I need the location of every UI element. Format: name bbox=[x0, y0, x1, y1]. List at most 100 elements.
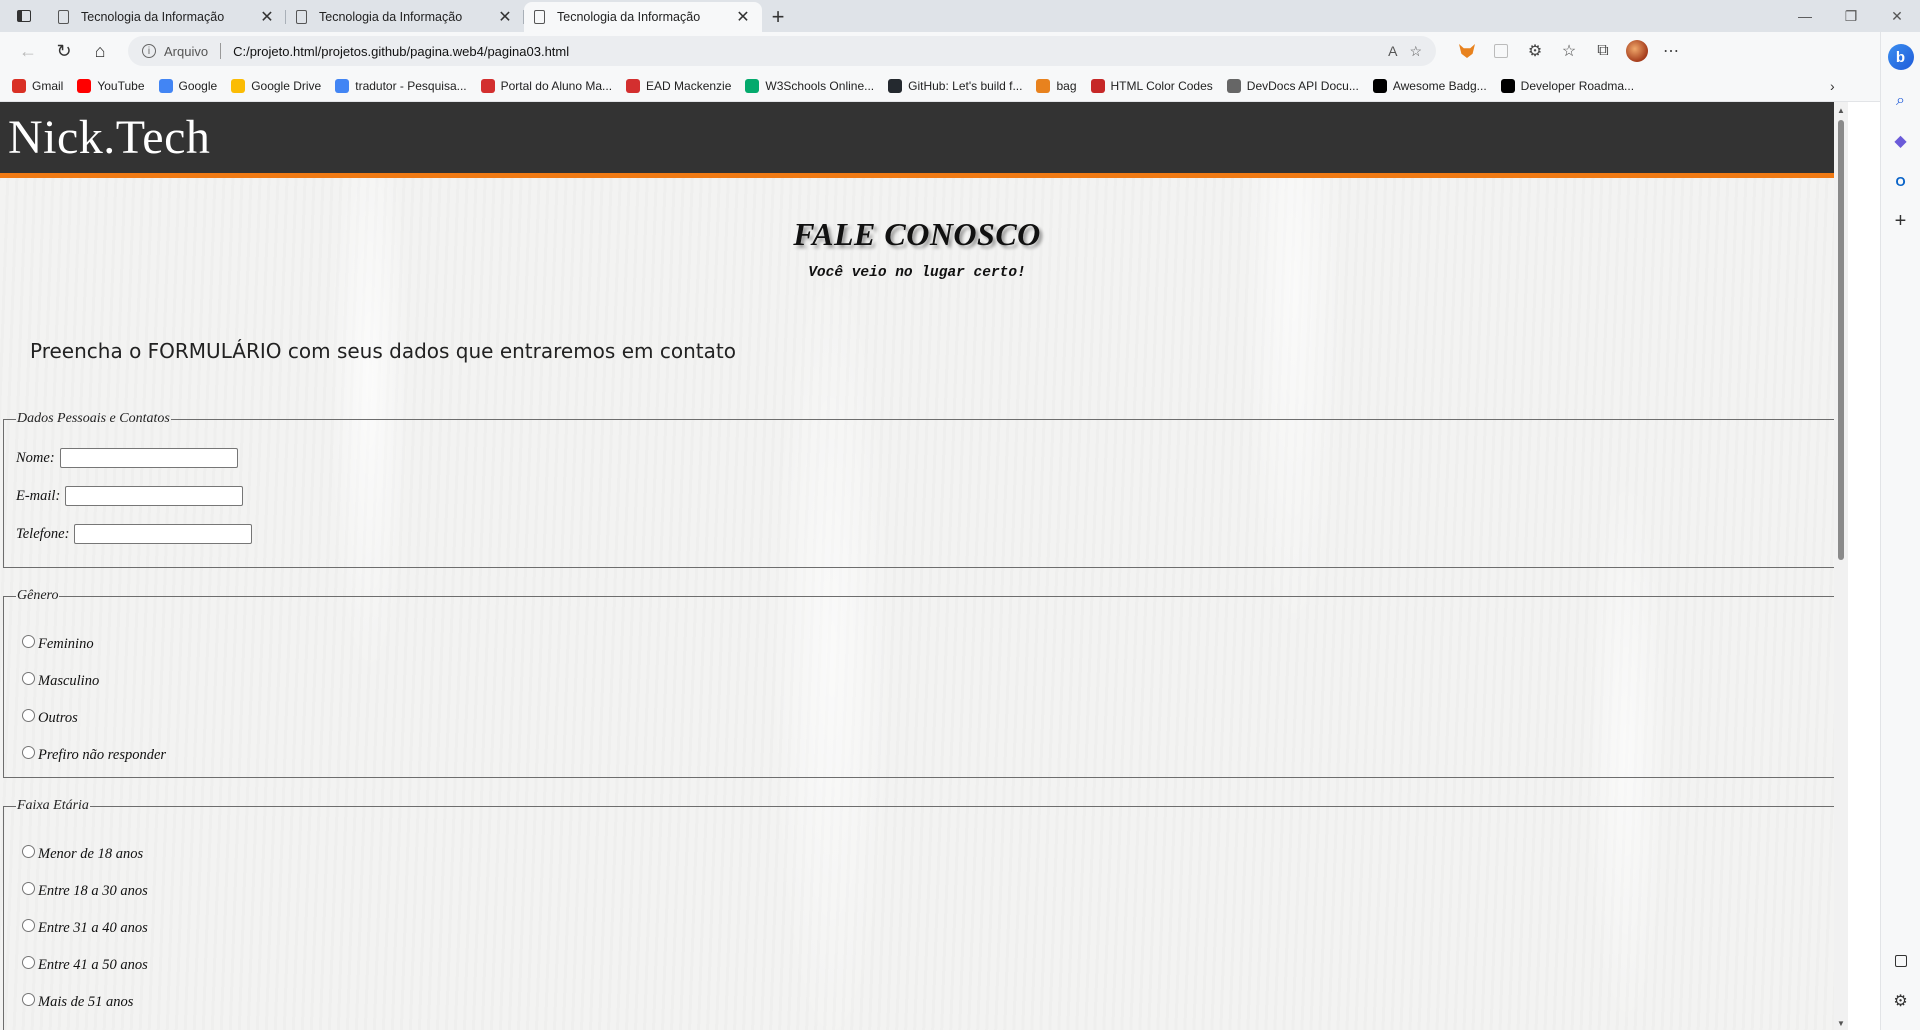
extension-button[interactable] bbox=[1484, 35, 1518, 67]
outlook-button[interactable]: O bbox=[1886, 166, 1916, 196]
bookmark-label: Portal do Aluno Ma... bbox=[500, 78, 613, 93]
home-button[interactable]: ⌂ bbox=[82, 35, 118, 67]
gear-icon: ⚙ bbox=[1893, 993, 1908, 1010]
extensions-button[interactable]: ⚙ bbox=[1518, 35, 1552, 67]
bookmark-item[interactable]: Developer Roadma... bbox=[1500, 78, 1635, 93]
age-option[interactable]: Entre 31 a 40 anos bbox=[16, 910, 1832, 947]
address-url[interactable]: C:/projeto.html/projetos.github/pagina.w… bbox=[233, 44, 1376, 59]
age-option[interactable]: Entre 41 a 50 anos bbox=[16, 947, 1832, 984]
phone-input[interactable] bbox=[74, 524, 253, 544]
address-scheme: Arquivo bbox=[164, 43, 209, 59]
age-radio[interactable] bbox=[22, 956, 35, 969]
bookmark-item[interactable]: Google Drive bbox=[231, 78, 322, 93]
back-button[interactable]: ← bbox=[10, 35, 46, 67]
drive-icon bbox=[231, 78, 246, 93]
bookmark-item[interactable]: Awesome Badg... bbox=[1372, 78, 1487, 93]
gender-option[interactable]: Prefiro não responder bbox=[16, 737, 1832, 774]
bookmark-label: tradutor - Pesquisa... bbox=[355, 78, 467, 93]
page-scrollbar[interactable]: ▲ ▼ bbox=[1834, 102, 1848, 1030]
bookmark-label: Google Drive bbox=[251, 78, 322, 93]
age-option-label: Entre 41 a 50 anos bbox=[38, 957, 148, 973]
bookmark-item[interactable]: EAD Mackenzie bbox=[626, 78, 731, 93]
address-bar[interactable]: i Arquivo C:/projeto.html/projetos.githu… bbox=[128, 36, 1436, 66]
split-screen-button[interactable] bbox=[1886, 946, 1916, 976]
more-icon: ⋯ bbox=[1663, 43, 1679, 60]
gender-radio[interactable] bbox=[22, 672, 35, 685]
email-input[interactable] bbox=[65, 486, 244, 506]
age-option[interactable]: Entre 18 a 30 anos bbox=[16, 873, 1832, 910]
bookmark-item[interactable]: GitHub: Let's build f... bbox=[888, 78, 1023, 93]
age-option[interactable]: Mais de 51 anos bbox=[16, 984, 1832, 1021]
bookmark-item[interactable]: Portal do Aluno Ma... bbox=[480, 78, 613, 93]
gender-option[interactable]: Feminino bbox=[16, 626, 1832, 663]
name-input[interactable] bbox=[59, 448, 238, 468]
tab-actions-icon bbox=[17, 10, 31, 22]
copilot-button[interactable]: b bbox=[1886, 42, 1916, 72]
tab-2[interactable]: Tecnologia da Informação ✕ bbox=[286, 2, 524, 32]
new-tab-button[interactable]: + bbox=[762, 2, 794, 32]
info-icon[interactable]: i bbox=[142, 44, 156, 58]
email-label: E-mail: bbox=[16, 487, 61, 504]
menu-button[interactable]: ⋯ bbox=[1654, 35, 1688, 67]
bookmark-item[interactable]: HTML Color Codes bbox=[1090, 78, 1213, 93]
scroll-down-icon[interactable]: ▼ bbox=[1837, 1019, 1845, 1028]
bookmark-item[interactable]: W3Schools Online... bbox=[745, 78, 874, 93]
close-tab-icon[interactable]: ✕ bbox=[496, 7, 514, 27]
search-button[interactable]: ⌕ bbox=[1886, 86, 1916, 116]
window-controls: — ❐ ✕ bbox=[1782, 0, 1920, 32]
bookmark-label: GitHub: Let's build f... bbox=[908, 78, 1023, 93]
roadmap-icon bbox=[1500, 78, 1515, 93]
age-radio[interactable] bbox=[22, 845, 35, 858]
read-aloud-icon[interactable]: A bbox=[1388, 43, 1397, 59]
metamask-extension-button[interactable] bbox=[1450, 35, 1484, 67]
favorites-button[interactable]: ☆ bbox=[1552, 35, 1586, 67]
age-radio[interactable] bbox=[22, 919, 35, 932]
bookmark-item[interactable]: DevDocs API Docu... bbox=[1226, 78, 1359, 93]
phone-row: Telefone: bbox=[16, 515, 1832, 553]
close-tab-icon[interactable]: ✕ bbox=[258, 7, 276, 27]
site-brand[interactable]: Nick.Tech bbox=[8, 110, 210, 165]
scroll-up-icon[interactable]: ▲ bbox=[1837, 106, 1845, 115]
bookmark-label: Gmail bbox=[32, 78, 64, 93]
add-favorite-icon[interactable]: ☆ bbox=[1409, 43, 1422, 60]
reload-button[interactable]: ↻ bbox=[46, 35, 82, 67]
tab-title: Tecnologia da Informação bbox=[319, 10, 463, 24]
age-radio[interactable] bbox=[22, 882, 35, 895]
bookmark-item[interactable]: tradutor - Pesquisa... bbox=[335, 78, 467, 93]
sidebar-settings-button[interactable]: ⚙ bbox=[1886, 986, 1916, 1016]
bookmark-item[interactable]: bag bbox=[1036, 78, 1077, 93]
add-sidebar-app-button[interactable]: + bbox=[1886, 206, 1916, 236]
bookmark-label: Google bbox=[178, 78, 218, 93]
restore-icon[interactable]: ❐ bbox=[1828, 0, 1874, 32]
gender-radio[interactable] bbox=[22, 635, 35, 648]
age-radio[interactable] bbox=[22, 993, 35, 1006]
bookmark-label: Developer Roadma... bbox=[1520, 78, 1635, 93]
bookmark-item[interactable]: YouTube bbox=[77, 78, 145, 93]
age-option-label: Mais de 51 anos bbox=[38, 994, 134, 1010]
tab-3[interactable]: Tecnologia da Informação ✕ bbox=[524, 2, 762, 32]
minimize-icon[interactable]: — bbox=[1782, 0, 1828, 32]
gender-radio[interactable] bbox=[22, 746, 35, 759]
close-window-icon[interactable]: ✕ bbox=[1874, 0, 1920, 32]
tab-1[interactable]: Tecnologia da Informação ✕ bbox=[48, 2, 286, 32]
collections-button[interactable]: ⧉ bbox=[1586, 35, 1620, 67]
gender-radio[interactable] bbox=[22, 709, 35, 722]
bookmark-item[interactable]: Gmail bbox=[12, 78, 64, 93]
age-option-label: Entre 18 a 30 anos bbox=[38, 883, 148, 899]
color-codes-icon bbox=[1090, 78, 1105, 93]
tab-title: Tecnologia da Informação bbox=[81, 10, 225, 24]
mackenzie-icon bbox=[480, 78, 495, 93]
bookmark-label: bag bbox=[1056, 78, 1077, 93]
tab-actions-button[interactable] bbox=[0, 0, 48, 32]
gender-option[interactable]: Masculino bbox=[16, 663, 1832, 700]
bookmark-label: Awesome Badg... bbox=[1392, 78, 1487, 93]
scrollbar-thumb[interactable] bbox=[1838, 120, 1844, 560]
profile-button[interactable] bbox=[1620, 35, 1654, 67]
gender-option[interactable]: Outros bbox=[16, 700, 1832, 737]
email-row: E-mail: bbox=[16, 477, 1832, 515]
bag-icon bbox=[1036, 78, 1051, 93]
age-option[interactable]: Menor de 18 anos bbox=[16, 836, 1832, 873]
bookmark-item[interactable]: Google bbox=[158, 78, 218, 93]
close-tab-icon[interactable]: ✕ bbox=[734, 7, 752, 27]
games-button[interactable]: ◆ bbox=[1886, 126, 1916, 156]
